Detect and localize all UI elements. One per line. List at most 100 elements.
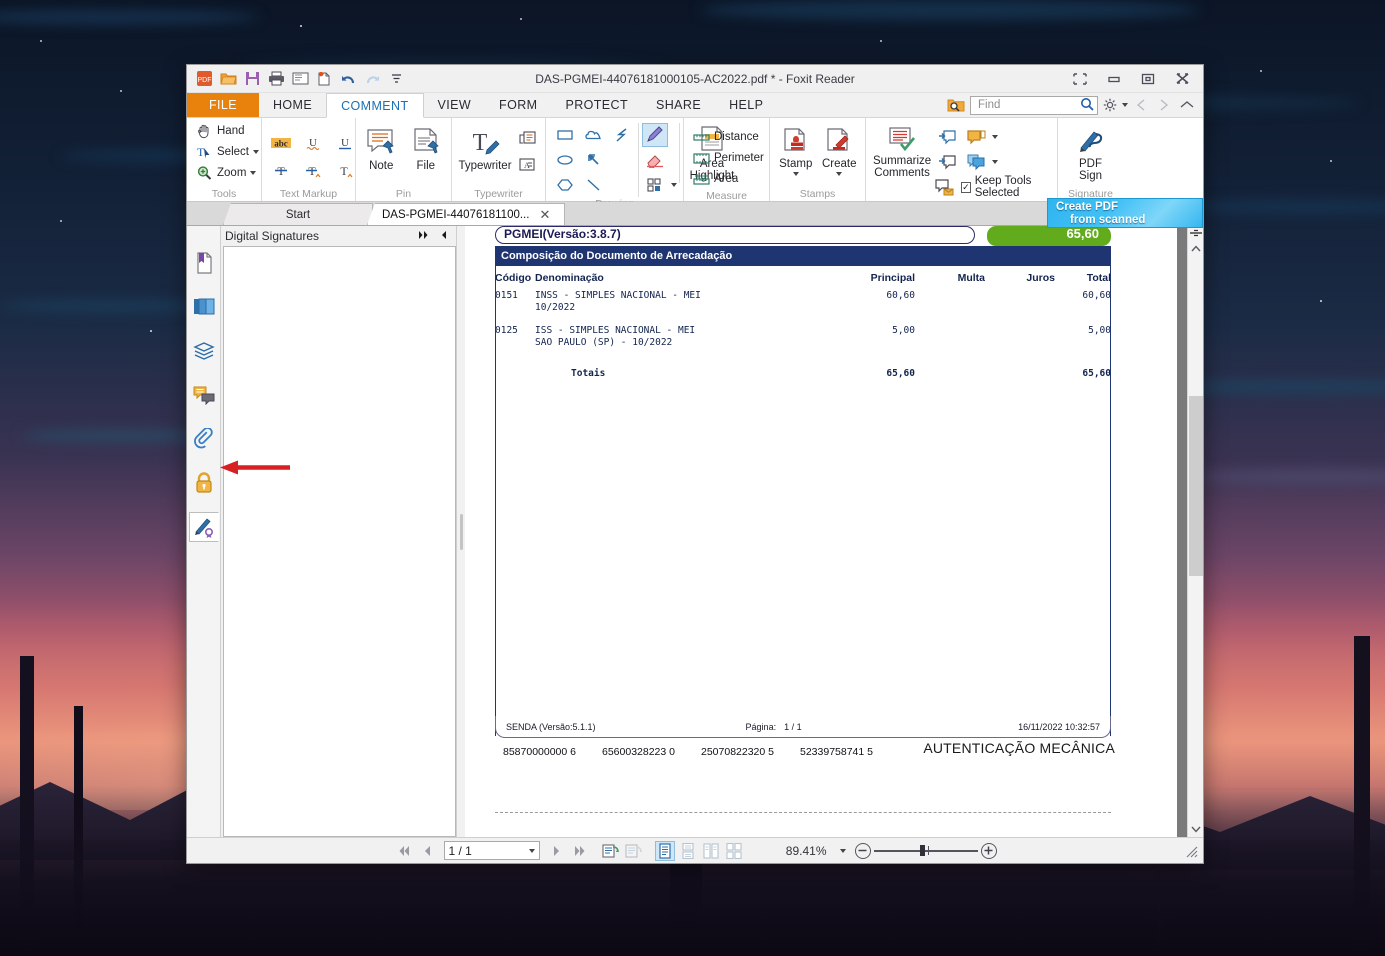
send-comments-icon[interactable] [934, 175, 955, 199]
zoom-out-icon[interactable] [854, 842, 871, 859]
line-icon[interactable] [581, 173, 607, 197]
search-icon[interactable] [1080, 97, 1094, 114]
tab-document[interactable]: DAS-PGMEI-44076181100... ✕ [367, 203, 566, 225]
drawing-properties-icon[interactable] [642, 173, 668, 197]
panel-splitter[interactable] [457, 226, 465, 837]
replace-text-icon[interactable]: T [300, 159, 326, 183]
print-icon[interactable] [265, 68, 287, 90]
tab-help[interactable]: HELP [715, 93, 777, 117]
pgmei-version-field[interactable]: PGMEI(Versão:3.8.7) [495, 226, 975, 244]
search-box[interactable] [970, 95, 1098, 115]
tab-comment[interactable]: COMMENT [326, 93, 424, 118]
area-tool[interactable]: Area [690, 169, 743, 189]
open-icon[interactable] [217, 68, 239, 90]
export-dropdown-icon[interactable] [992, 135, 999, 139]
oval-icon[interactable] [552, 148, 578, 172]
close-icon[interactable] [1165, 66, 1199, 92]
typewriter-button[interactable]: T Typewriter [457, 125, 512, 173]
split-view-handle[interactable] [1188, 226, 1204, 240]
pencil-icon[interactable] [642, 123, 668, 147]
zoom-tool[interactable]: Zoom [193, 163, 261, 183]
create-pdf-promo-banner[interactable]: Create PDF from scanned documents [1047, 198, 1203, 228]
zoom-slider[interactable] [873, 845, 978, 857]
select-dropdown-icon[interactable] [252, 150, 259, 154]
last-page-icon[interactable] [570, 841, 590, 861]
import-comments-icon[interactable] [934, 125, 960, 149]
sidebar-item-comments[interactable] [189, 380, 219, 410]
drawing-properties-dropdown-icon[interactable] [671, 183, 677, 187]
squiggly-underline-icon[interactable]: U [300, 131, 326, 155]
scroll-up-arrow[interactable] [1188, 240, 1204, 256]
polygon-icon[interactable] [552, 173, 578, 197]
continuous-view-button[interactable] [678, 841, 698, 861]
keep-tools-checkbox-box[interactable]: ✓ [961, 181, 971, 193]
tab-home[interactable]: HOME [259, 93, 326, 117]
total-amount-button[interactable]: 65,60 [987, 226, 1111, 246]
settings-dropdown-icon[interactable] [1122, 103, 1128, 107]
create-stamp-dropdown-icon[interactable] [836, 172, 843, 176]
sidebar-item-digital-signatures[interactable] [188, 512, 219, 542]
sidebar-item-layers[interactable] [189, 336, 219, 366]
facing-view-button[interactable] [701, 841, 721, 861]
back-nav-icon[interactable] [1131, 96, 1151, 114]
tab-file[interactable]: FILE [187, 93, 259, 117]
polyline-icon[interactable] [610, 123, 636, 147]
scrollbar-thumb[interactable] [1188, 396, 1203, 576]
undo-icon[interactable] [337, 68, 359, 90]
rotate-view-alt-icon[interactable] [624, 841, 644, 861]
email-icon[interactable] [289, 68, 311, 90]
zoom-dropdown-icon[interactable] [250, 171, 257, 175]
next-page-icon[interactable] [547, 841, 567, 861]
zoom-dropdown-icon[interactable] [839, 848, 846, 853]
zoom-slider-knob[interactable] [919, 845, 925, 856]
note-button[interactable]: Note [362, 125, 401, 173]
hand-tool[interactable]: Hand [193, 121, 250, 141]
tab-share[interactable]: SHARE [642, 93, 715, 117]
textbox-icon[interactable]: A [514, 153, 540, 177]
rectangle-icon[interactable] [552, 123, 578, 147]
forward-nav-icon[interactable] [1154, 96, 1174, 114]
close-tab-icon[interactable]: ✕ [539, 207, 550, 223]
eraser-icon[interactable] [642, 148, 668, 172]
summarize-comments-button[interactable]: Summarize Comments [872, 124, 932, 180]
save-icon[interactable] [241, 68, 263, 90]
pdf-page-canvas[interactable]: PGMEI(Versão:3.8.7) 65,60 Composição do … [465, 226, 1177, 837]
perimeter-tool[interactable]: Perimeter [690, 148, 769, 168]
rotate-view-icon[interactable] [601, 841, 621, 861]
first-page-icon[interactable] [394, 841, 414, 861]
double-chevron-right-icon[interactable] [416, 230, 433, 243]
advanced-search-icon[interactable] [945, 95, 967, 115]
scroll-down-arrow[interactable] [1188, 821, 1204, 837]
vertical-scrollbar[interactable] [1187, 226, 1203, 837]
new-from-clipboard-icon[interactable] [313, 68, 335, 90]
file-attachment-button[interactable]: File [407, 125, 446, 173]
copy-dropdown-icon[interactable] [992, 160, 999, 164]
select-tool[interactable]: T Select [193, 142, 264, 162]
tab-view[interactable]: VIEW [424, 93, 486, 117]
collapse-ribbon-icon[interactable] [1177, 96, 1197, 114]
tab-form[interactable]: FORM [485, 93, 551, 117]
scrollbar-track[interactable] [1188, 256, 1204, 821]
page-dropdown-icon[interactable] [528, 848, 535, 853]
highlight-text-icon[interactable]: abc [268, 131, 294, 155]
customize-toolbar-icon[interactable] [385, 68, 407, 90]
export-highlighted-icon[interactable] [934, 150, 960, 174]
tab-start[interactable]: Start [223, 203, 373, 225]
copy-comments-icon[interactable] [963, 150, 989, 174]
cloud-icon[interactable] [581, 123, 607, 147]
fullscreen-icon[interactable] [1063, 66, 1097, 92]
continuous-facing-view-button[interactable] [724, 841, 744, 861]
minimize-icon[interactable] [1097, 66, 1131, 92]
single-page-view-button[interactable] [654, 840, 675, 861]
search-input[interactable] [976, 98, 1077, 112]
chevron-left-icon[interactable] [437, 230, 450, 243]
export-comments-icon[interactable] [963, 125, 989, 149]
foxit-logo-icon[interactable]: PDF [193, 68, 215, 90]
previous-page-icon[interactable] [417, 841, 437, 861]
sidebar-item-pages[interactable] [189, 292, 219, 322]
resize-grip-icon[interactable] [1181, 841, 1201, 861]
arrow-icon[interactable] [581, 148, 607, 172]
pdf-sign-button[interactable]: PDF Sign [1065, 125, 1117, 183]
create-stamp-button[interactable]: Create [820, 125, 860, 177]
page-number-input[interactable]: 1 / 1 [443, 841, 540, 860]
